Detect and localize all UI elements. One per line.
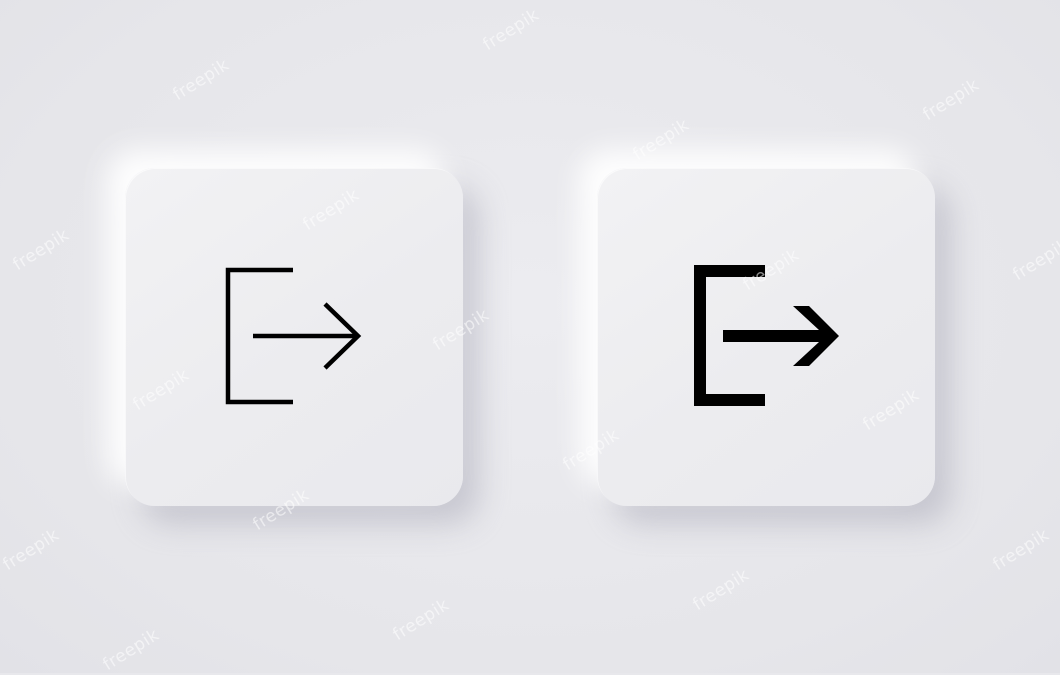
logout-icon [225, 267, 362, 405]
logout-icon [694, 265, 839, 406]
watermark: freepik [9, 224, 73, 276]
watermark: freepik [389, 594, 453, 646]
watermark: freepik [1009, 234, 1060, 286]
logout-button-bold[interactable] [597, 168, 935, 506]
logout-button-thin[interactable] [125, 168, 463, 506]
watermark: freepik [689, 564, 753, 616]
watermark: freepik [0, 524, 63, 576]
canvas: freepik freepik freepik freepik freepik … [0, 0, 1060, 675]
watermark: freepik [479, 4, 543, 56]
watermark: freepik [99, 624, 163, 675]
watermark: freepik [169, 54, 233, 106]
watermark: freepik [919, 74, 983, 126]
watermark: freepik [989, 524, 1053, 576]
watermark: freepik [629, 114, 693, 166]
